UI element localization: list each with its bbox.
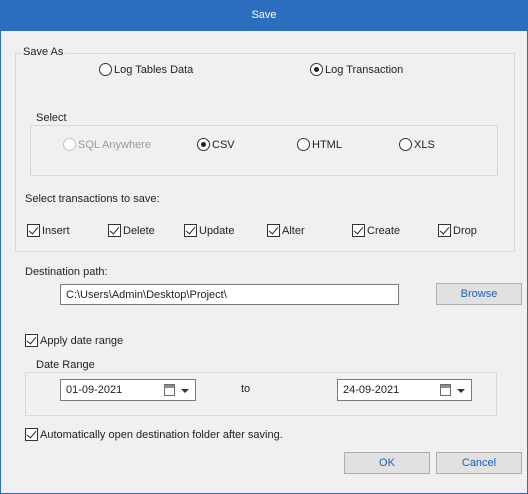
- radio-indicator: [99, 63, 112, 76]
- checkbox-insert[interactable]: Insert: [27, 224, 70, 237]
- checkbox-alter[interactable]: Alter: [267, 224, 305, 237]
- chevron-down-icon: [181, 389, 189, 393]
- ok-button[interactable]: OK: [344, 452, 430, 474]
- radio-log-transaction-label: Log Transaction: [325, 63, 404, 76]
- radio-sql-anywhere-label: SQL Anywhere: [78, 138, 151, 151]
- radio-xls[interactable]: XLS: [399, 138, 435, 151]
- checkbox-create[interactable]: Create: [352, 224, 400, 237]
- checkbox-insert-label: Insert: [42, 224, 70, 237]
- save-dialog: Save As Log Tables Data Log Transaction …: [0, 31, 528, 494]
- checkbox-indicator: [267, 224, 280, 237]
- date-to-picker[interactable]: 24-09-2021: [337, 379, 472, 401]
- radio-indicator: [63, 138, 76, 151]
- checkbox-indicator: [108, 224, 121, 237]
- window-title: Save: [251, 9, 277, 21]
- radio-html[interactable]: HTML: [297, 138, 342, 151]
- checkbox-drop[interactable]: Drop: [438, 224, 477, 237]
- radio-indicator: [297, 138, 310, 151]
- date-from-value: 01-09-2021: [66, 384, 123, 396]
- checkbox-indicator: [25, 428, 38, 441]
- browse-button[interactable]: Browse: [436, 283, 522, 305]
- date-from-picker[interactable]: 01-09-2021: [60, 379, 196, 401]
- checkbox-indicator: [352, 224, 365, 237]
- destination-path-input[interactable]: C:\Users\Admin\Desktop\Project\: [60, 284, 399, 305]
- date-to-value: 24-09-2021: [343, 384, 400, 396]
- radio-sql-anywhere[interactable]: SQL Anywhere: [63, 138, 151, 151]
- chevron-down-icon: [457, 389, 465, 393]
- destination-path-value: C:\Users\Admin\Desktop\Project\: [66, 288, 227, 301]
- calendar-icon: [164, 384, 175, 396]
- radio-log-tables-data-label: Log Tables Data: [114, 63, 194, 76]
- apply-date-range-label: Apply date range: [40, 334, 124, 347]
- title-bar: Save: [0, 0, 528, 31]
- cancel-button-label: Cancel: [461, 457, 497, 469]
- auto-open-folder-label: Automatically open destination folder af…: [40, 428, 283, 441]
- checkbox-delete-label: Delete: [123, 224, 155, 237]
- destination-path-label: Destination path:: [25, 266, 108, 278]
- radio-csv[interactable]: CSV: [197, 138, 235, 151]
- calendar-icon: [440, 384, 451, 396]
- checkbox-drop-label: Drop: [453, 224, 477, 237]
- radio-indicator: [399, 138, 412, 151]
- checkbox-auto-open-folder[interactable]: Automatically open destination folder af…: [25, 428, 283, 441]
- radio-xls-label: XLS: [414, 138, 435, 151]
- browse-button-label: Browse: [460, 288, 498, 300]
- ok-button-label: OK: [379, 457, 395, 469]
- radio-indicator: [310, 63, 323, 76]
- select-label: Select: [34, 112, 69, 124]
- checkbox-indicator: [438, 224, 451, 237]
- radio-log-tables-data[interactable]: Log Tables Data: [99, 63, 193, 76]
- checkbox-create-label: Create: [367, 224, 401, 237]
- radio-csv-label: CSV: [212, 138, 235, 151]
- checkbox-alter-label: Alter: [282, 224, 305, 237]
- cancel-button[interactable]: Cancel: [436, 452, 522, 474]
- checkbox-update-label: Update: [199, 224, 235, 237]
- checkbox-indicator: [25, 334, 38, 347]
- checkbox-apply-date-range[interactable]: Apply date range: [25, 334, 123, 347]
- checkbox-update[interactable]: Update: [184, 224, 234, 237]
- save-as-label: Save As: [21, 46, 66, 58]
- checkbox-indicator: [27, 224, 40, 237]
- transactions-label: Select transactions to save:: [25, 193, 160, 205]
- date-to-label: to: [241, 383, 251, 395]
- checkbox-delete[interactable]: Delete: [108, 224, 155, 237]
- date-range-label: Date Range: [34, 359, 97, 371]
- checkbox-indicator: [184, 224, 197, 237]
- radio-log-transaction[interactable]: Log Transaction: [310, 63, 403, 76]
- radio-html-label: HTML: [312, 138, 342, 151]
- radio-indicator: [197, 138, 210, 151]
